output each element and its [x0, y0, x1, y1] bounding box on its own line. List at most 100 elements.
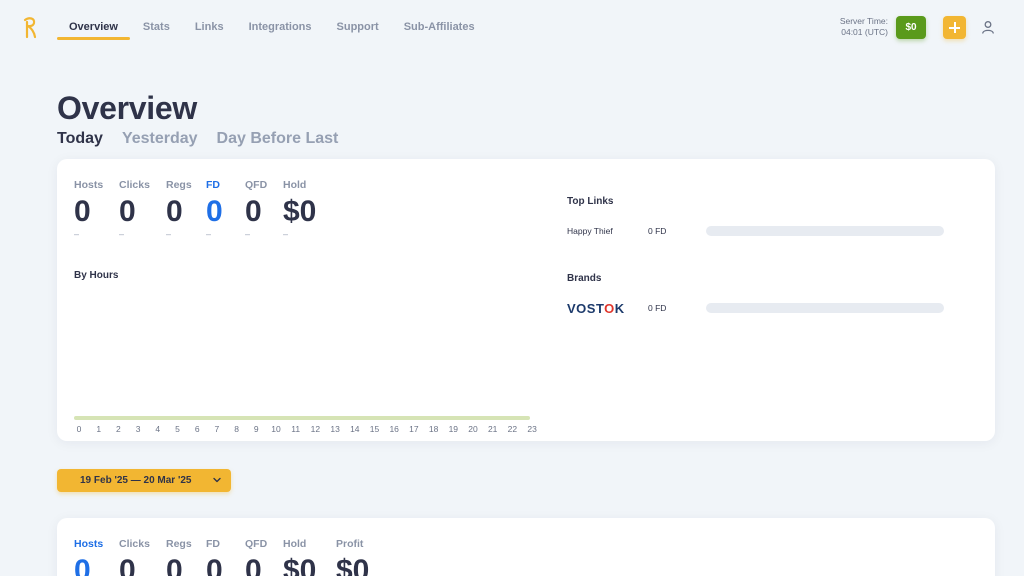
tab-day-before-last[interactable]: Day Before Last	[217, 130, 339, 148]
metric-hosts: Hosts 0 –	[74, 179, 103, 240]
metric-fd: FD 0 –	[206, 179, 223, 240]
metric-label: Profit	[336, 538, 364, 550]
logo-icon[interactable]	[22, 16, 38, 40]
metric-sub: –	[245, 229, 251, 239]
main-nav: Overview Stats Links Integrations Suppor…	[57, 0, 500, 40]
add-button[interactable]	[943, 16, 966, 39]
hour-label: 5	[175, 424, 180, 434]
hour-label: 22	[507, 424, 518, 434]
hour-label: 9	[253, 424, 259, 434]
metric-value: 0	[206, 554, 223, 576]
hour-label: 11	[291, 424, 301, 434]
brand-fd: 0 FD	[648, 303, 667, 313]
metric-sub: –	[283, 229, 289, 239]
metric-clicks: Clicks 0 –	[119, 179, 150, 240]
hour-label: 17	[409, 424, 419, 434]
hour-axis: 0 1 2 3 4 5 6 7 8 9 10 11 12 13 14 15 16 17 18 19 20 21 22 23	[74, 424, 540, 436]
hour-label: 23	[527, 424, 537, 434]
top-link-progress	[706, 226, 944, 236]
hour-label: 12	[310, 424, 321, 434]
metric-label: Hold	[283, 179, 307, 191]
hour-label: 4	[155, 424, 161, 434]
metric-value: 0	[245, 195, 262, 228]
top-links-label: Top Links	[567, 196, 614, 207]
metric-label: Hosts	[74, 538, 104, 550]
page-title: Overview	[57, 90, 197, 126]
metric-value: 0	[166, 554, 183, 576]
metric-value: $0	[283, 195, 317, 228]
metric-label: FD	[206, 538, 220, 550]
metric-label: QFD	[245, 538, 268, 550]
metric-value: 0	[166, 195, 183, 228]
hour-label: 20	[468, 424, 478, 434]
day-tabs: Today Yesterday Day Before Last	[57, 130, 357, 148]
range-metric-hosts: Hosts 0	[74, 538, 103, 576]
server-time-value: 04:01 (UTC)	[841, 27, 888, 37]
hour-label: 15	[369, 424, 380, 434]
brand-name: VOSTOK	[567, 301, 625, 316]
metric-value: $0	[283, 554, 317, 576]
range-stats-card: Hosts 0 Clicks 0 Regs 0 FD 0 QFD 0 Hold …	[57, 518, 995, 576]
by-hours-label: By Hours	[74, 270, 119, 281]
brand-logo-vostok[interactable]: VOSTOK	[567, 301, 625, 316]
metric-value: 0	[74, 554, 91, 576]
top-link-name[interactable]: Happy Thief	[567, 226, 613, 236]
hour-label: 18	[428, 424, 439, 434]
chevron-down-icon	[213, 477, 221, 483]
metric-sub: –	[74, 229, 80, 239]
nav-support[interactable]: Support	[337, 0, 379, 40]
tab-today[interactable]: Today	[57, 130, 103, 148]
hour-label: 14	[350, 424, 360, 434]
brands-label: Brands	[567, 273, 602, 284]
range-metric-profit: Profit $0	[336, 538, 369, 576]
hour-label: 16	[389, 424, 399, 434]
metric-label: Clicks	[119, 179, 150, 191]
hour-label: 0	[76, 424, 82, 434]
date-range-picker[interactable]: 19 Feb '25 — 20 Mar '25	[57, 469, 231, 492]
metric-sub: –	[206, 229, 212, 239]
top-header: Overview Stats Links Integrations Suppor…	[0, 0, 1024, 56]
hour-label: 8	[234, 424, 239, 434]
hour-label: 21	[487, 424, 498, 434]
today-stats-card: Hosts 0 – Clicks 0 – Regs 0 – FD 0 – QFD…	[57, 159, 995, 441]
range-metric-fd: FD 0	[206, 538, 223, 576]
metric-qfd: QFD 0 –	[245, 179, 267, 240]
hours-chart-baseline	[74, 416, 530, 420]
balance-button[interactable]: $0	[896, 16, 926, 39]
nav-stats[interactable]: Stats	[143, 0, 170, 40]
server-time: Server Time: 04:01 (UTC)	[840, 16, 888, 38]
hour-label: 19	[448, 424, 459, 434]
metric-sub: –	[119, 229, 125, 239]
metric-sub: –	[166, 229, 172, 239]
hour-label: 10	[271, 424, 281, 434]
metric-value: $0	[336, 554, 370, 576]
hour-label: 2	[116, 424, 121, 434]
nav-overview[interactable]: Overview	[57, 0, 130, 40]
nav-links[interactable]: Links	[195, 0, 224, 40]
date-range-label: 19 Feb '25 — 20 Mar '25	[80, 475, 192, 486]
hour-label: 6	[194, 424, 200, 434]
brand-progress	[706, 303, 944, 313]
range-metric-qfd: QFD 0	[245, 538, 267, 576]
metric-value: 0	[206, 195, 223, 228]
metric-label: FD	[206, 179, 220, 191]
hour-label: 13	[330, 424, 340, 434]
metric-label: Hold	[283, 538, 307, 550]
metric-hold: Hold $0 –	[283, 179, 316, 240]
range-metric-hold: Hold $0	[283, 538, 316, 576]
hour-label: 3	[135, 424, 141, 434]
nav-sub-affiliates[interactable]: Sub-Affiliates	[404, 0, 475, 40]
metric-label: Regs	[166, 179, 192, 191]
metric-value: 0	[245, 554, 262, 576]
metric-value: 0	[119, 195, 136, 228]
nav-integrations[interactable]: Integrations	[249, 0, 312, 40]
metric-value: 0	[74, 195, 91, 228]
top-link-fd: 0 FD	[648, 226, 667, 236]
range-metric-clicks: Clicks 0	[119, 538, 150, 576]
tab-yesterday[interactable]: Yesterday	[122, 130, 198, 148]
metric-label: Regs	[166, 538, 192, 550]
metric-value: 0	[119, 554, 136, 576]
server-time-label: Server Time:	[839, 16, 888, 26]
user-icon[interactable]	[981, 20, 995, 34]
metric-label: Clicks	[119, 538, 150, 550]
